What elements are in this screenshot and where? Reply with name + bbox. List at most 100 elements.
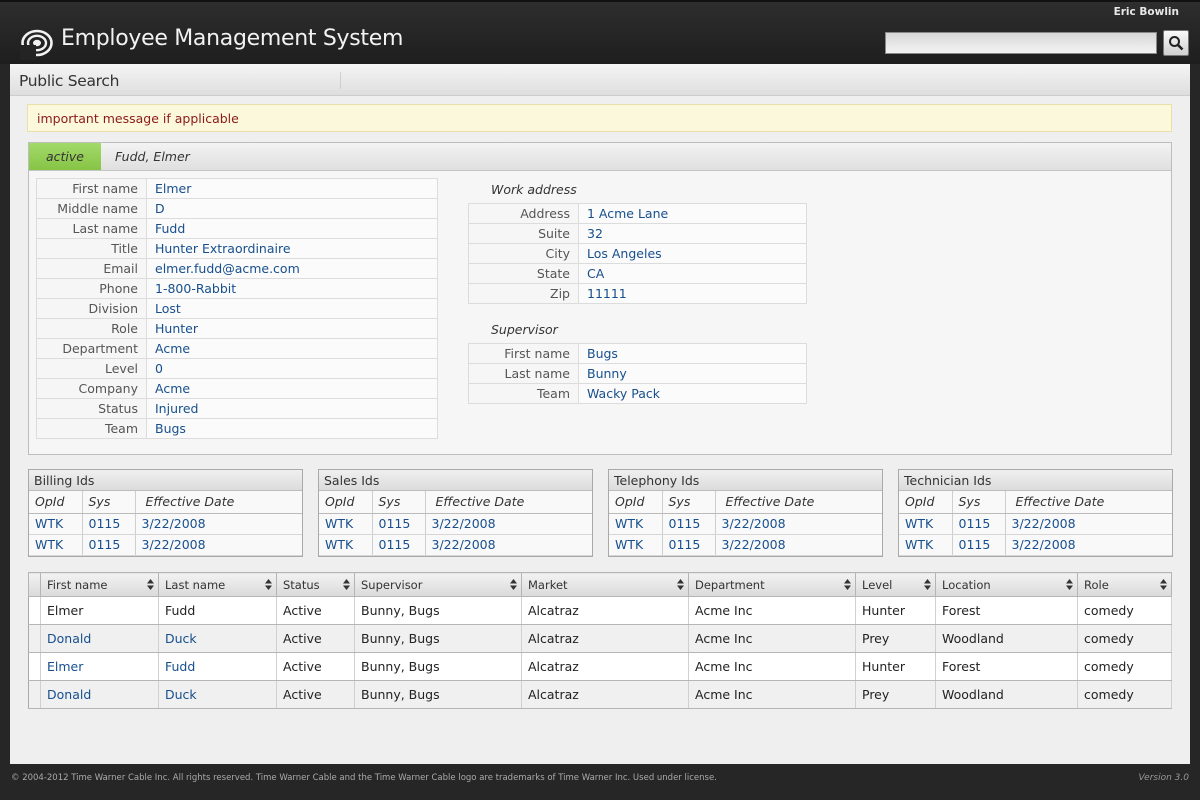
field-value[interactable]: Bunny bbox=[578, 363, 807, 384]
col-header-sys[interactable]: Sys bbox=[372, 491, 426, 514]
col-header-opid[interactable]: OpId bbox=[319, 491, 373, 514]
col-header-sys[interactable]: Sys bbox=[952, 491, 1006, 514]
last-name-link[interactable]: Fudd bbox=[158, 652, 277, 681]
sys-cell[interactable]: 0115 bbox=[952, 534, 1006, 556]
col-header-department[interactable]: Department bbox=[688, 572, 856, 597]
field-value[interactable]: Wacky Pack bbox=[578, 383, 807, 404]
row-handle[interactable] bbox=[28, 652, 41, 681]
field-value[interactable]: D bbox=[146, 198, 438, 219]
field-value[interactable]: Elmer bbox=[146, 178, 438, 199]
date-cell[interactable]: 3/22/2008 bbox=[425, 534, 592, 556]
sort-arrows-icon[interactable] bbox=[343, 578, 350, 591]
date-cell[interactable]: 3/22/2008 bbox=[425, 513, 592, 535]
id-row[interactable]: WTK 0115 3/22/2008 bbox=[899, 534, 1172, 556]
field-value[interactable]: Bugs bbox=[578, 343, 807, 364]
opid-cell[interactable]: WTK bbox=[899, 513, 953, 535]
sort-arrows-icon[interactable] bbox=[677, 578, 684, 591]
id-row[interactable]: WTK 0115 3/22/2008 bbox=[609, 513, 882, 535]
table-row[interactable]: Donald Duck Active Bunny, Bugs Alcatraz … bbox=[28, 680, 1172, 709]
id-row[interactable]: WTK 0115 3/22/2008 bbox=[899, 513, 1172, 535]
row-handle[interactable] bbox=[28, 680, 41, 709]
field-value[interactable]: elmer.fudd@acme.com bbox=[146, 258, 438, 279]
col-header-effective-date[interactable]: Effective Date bbox=[1005, 491, 1172, 514]
opid-cell[interactable]: WTK bbox=[319, 534, 373, 556]
field-value[interactable]: Bugs bbox=[146, 418, 438, 439]
col-header-effective-date[interactable]: Effective Date bbox=[425, 491, 592, 514]
last-name-link[interactable]: Duck bbox=[158, 624, 277, 653]
sort-arrows-icon[interactable] bbox=[510, 578, 517, 591]
field-value[interactable]: Acme bbox=[146, 338, 438, 359]
field-value[interactable]: Acme bbox=[146, 378, 438, 399]
id-row[interactable]: WTK 0115 3/22/2008 bbox=[29, 513, 302, 535]
sort-arrows-icon[interactable] bbox=[844, 578, 851, 591]
first-name-link[interactable]: Elmer bbox=[40, 652, 159, 681]
opid-cell[interactable]: WTK bbox=[609, 534, 663, 556]
id-row[interactable]: WTK 0115 3/22/2008 bbox=[29, 534, 302, 556]
field-value[interactable]: Injured bbox=[146, 398, 438, 419]
sys-cell[interactable]: 0115 bbox=[372, 534, 426, 556]
opid-cell[interactable]: WTK bbox=[319, 513, 373, 535]
sys-cell[interactable]: 0115 bbox=[662, 513, 716, 535]
field-value[interactable]: Los Angeles bbox=[578, 243, 807, 264]
table-row[interactable]: Elmer Fudd Active Bunny, Bugs Alcatraz A… bbox=[28, 596, 1172, 625]
col-header-role[interactable]: Role bbox=[1077, 572, 1172, 597]
sort-arrows-icon[interactable] bbox=[924, 578, 931, 591]
opid-cell[interactable]: WTK bbox=[609, 513, 663, 535]
field-value[interactable]: CA bbox=[578, 263, 807, 284]
opid-cell[interactable]: WTK bbox=[29, 513, 83, 535]
first-name-link[interactable]: Donald bbox=[40, 624, 159, 653]
sys-cell[interactable]: 0115 bbox=[82, 513, 136, 535]
col-header-effective-date[interactable]: Effective Date bbox=[135, 491, 302, 514]
first-name-link[interactable]: Donald bbox=[40, 680, 159, 709]
table-row[interactable]: Donald Duck Active Bunny, Bugs Alcatraz … bbox=[28, 624, 1172, 653]
sort-arrows-icon[interactable] bbox=[147, 578, 154, 591]
date-cell[interactable]: 3/22/2008 bbox=[1005, 534, 1172, 556]
date-cell[interactable]: 3/22/2008 bbox=[135, 534, 302, 556]
first-name-cell[interactable]: Elmer bbox=[40, 596, 159, 625]
table-row[interactable]: Elmer Fudd Active Bunny, Bugs Alcatraz A… bbox=[28, 652, 1172, 681]
row-handle[interactable] bbox=[28, 624, 41, 653]
field-value[interactable]: 1-800-Rabbit bbox=[146, 278, 438, 299]
id-row[interactable]: WTK 0115 3/22/2008 bbox=[319, 513, 592, 535]
field-value[interactable]: 1 Acme Lane bbox=[578, 203, 807, 224]
field-value[interactable]: Hunter Extraordinaire bbox=[146, 238, 438, 259]
row-handle[interactable] bbox=[28, 596, 41, 625]
col-header-location[interactable]: Location bbox=[935, 572, 1078, 597]
col-header-opid[interactable]: OpId bbox=[609, 491, 663, 514]
sort-arrows-icon[interactable] bbox=[1160, 578, 1167, 591]
date-cell[interactable]: 3/22/2008 bbox=[715, 534, 882, 556]
date-cell[interactable]: 3/22/2008 bbox=[715, 513, 882, 535]
field-value[interactable]: 11111 bbox=[578, 283, 807, 304]
field-value[interactable]: 0 bbox=[146, 358, 438, 379]
col-header-sys[interactable]: Sys bbox=[662, 491, 716, 514]
col-header-opid[interactable]: OpId bbox=[29, 491, 83, 514]
last-name-link[interactable]: Duck bbox=[158, 680, 277, 709]
field-value[interactable]: Hunter bbox=[146, 318, 438, 339]
date-cell[interactable]: 3/22/2008 bbox=[135, 513, 302, 535]
col-header-market[interactable]: Market bbox=[521, 572, 689, 597]
sys-cell[interactable]: 0115 bbox=[952, 513, 1006, 535]
id-row[interactable]: WTK 0115 3/22/2008 bbox=[319, 534, 592, 556]
col-header-level[interactable]: Level bbox=[855, 572, 936, 597]
field-value[interactable]: 32 bbox=[578, 223, 807, 244]
opid-cell[interactable]: WTK bbox=[29, 534, 83, 556]
col-header-supervisor[interactable]: Supervisor bbox=[354, 572, 522, 597]
opid-cell[interactable]: WTK bbox=[899, 534, 953, 556]
id-row[interactable]: WTK 0115 3/22/2008 bbox=[609, 534, 882, 556]
last-name-cell[interactable]: Fudd bbox=[158, 596, 277, 625]
search-input[interactable] bbox=[885, 32, 1157, 54]
sort-arrows-icon[interactable] bbox=[265, 578, 272, 591]
sys-cell[interactable]: 0115 bbox=[662, 534, 716, 556]
sys-cell[interactable]: 0115 bbox=[372, 513, 426, 535]
col-header-sys[interactable]: Sys bbox=[82, 491, 136, 514]
field-value[interactable]: Fudd bbox=[146, 218, 438, 239]
user-name[interactable]: Eric Bowlin bbox=[1114, 6, 1179, 18]
col-header-status[interactable]: Status bbox=[276, 572, 355, 597]
search-button[interactable] bbox=[1163, 30, 1189, 56]
col-header-first-name[interactable]: First name bbox=[40, 572, 159, 597]
date-cell[interactable]: 3/22/2008 bbox=[1005, 513, 1172, 535]
col-header-effective-date[interactable]: Effective Date bbox=[715, 491, 882, 514]
col-header-opid[interactable]: OpId bbox=[899, 491, 953, 514]
col-header-last-name[interactable]: Last name bbox=[158, 572, 277, 597]
field-value[interactable]: Lost bbox=[146, 298, 438, 319]
